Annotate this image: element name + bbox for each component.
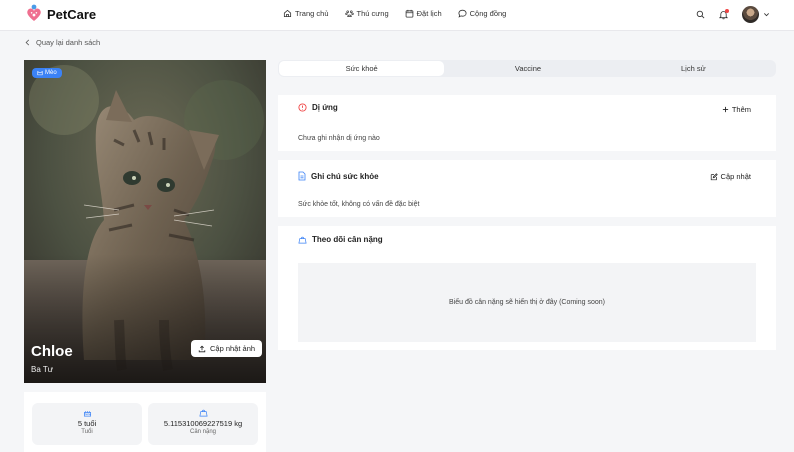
back-label: Quay lại danh sách (36, 38, 101, 47)
allergy-text: Chưa ghi nhận dị ứng nào (298, 135, 380, 142)
brand-logo[interactable]: PetCare (24, 4, 96, 24)
age-value: 5 tuổi (77, 419, 97, 428)
tab-history[interactable]: Lịch sử (611, 60, 776, 77)
health-note-text: Sức khỏe tốt, không có vấn đề đặc biệt (298, 201, 420, 208)
update-health-note-button[interactable]: Cập nhật (710, 172, 751, 181)
nav-community-label: Cộng đồng (469, 9, 507, 18)
weight-icon (198, 409, 208, 417)
paw-icon (344, 10, 354, 18)
document-icon (298, 171, 306, 181)
chat-icon (458, 9, 467, 18)
allergy-header: Dị ứng (298, 103, 338, 112)
add-allergy-label: Thêm (731, 105, 751, 114)
update-health-note-label: Cập nhật (720, 172, 751, 181)
chevron-left-icon (25, 39, 30, 46)
main-nav: Trang chủ Thú cưng Đặt lịch Cộng đồng (283, 9, 522, 18)
search-icon (696, 10, 705, 19)
kitten-photo-illustration (24, 60, 266, 383)
cat-icon (37, 70, 43, 76)
nav-home-label: Trang chủ (295, 9, 329, 18)
allergy-title: Dị ứng (312, 103, 338, 112)
weight-icon (298, 236, 307, 244)
notification-dot (725, 8, 729, 13)
nav-home[interactable]: Trang chủ (283, 9, 329, 18)
plus-icon (722, 106, 728, 113)
pet-breed: Ba Tư (31, 365, 54, 374)
tab-vaccine[interactable]: Vaccine (445, 60, 610, 77)
age-label: Tuổi (81, 429, 93, 435)
weight-chart-placeholder: Biểu đồ cân nặng sẽ hiển thị ở đây (Comi… (298, 263, 756, 342)
back-to-list-link[interactable]: Quay lại danh sách (25, 38, 100, 47)
weight-tracking-title: Theo dõi cân nặng (312, 235, 383, 244)
nav-booking-label: Đặt lịch (416, 9, 442, 18)
pet-name: Chloe (31, 343, 73, 360)
edit-icon (710, 172, 718, 180)
nav-pets[interactable]: Thú cưng (344, 9, 389, 18)
weight-label: Cân nặng (189, 429, 217, 435)
brand-name: PetCare (47, 6, 97, 22)
allergy-panel: Dị ứng Thêm Chưa ghi nhận dị ứng nào (278, 95, 776, 151)
update-photo-label: Cập nhật ảnh (210, 344, 256, 353)
add-allergy-button[interactable]: Thêm (722, 105, 751, 114)
species-badge: Mèo (32, 68, 62, 78)
cake-icon (83, 411, 91, 417)
alert-circle-icon (298, 103, 307, 112)
update-photo-button[interactable]: Cập nhật ảnh (191, 340, 263, 357)
health-note-header: Ghi chú sức khỏe (298, 171, 379, 181)
detail-tabs: Sức khoẻ Vaccine Lịch sử (278, 60, 776, 77)
weight-chart-placeholder-text: Biểu đồ cân nặng sẽ hiển thị ở đây (Comi… (449, 299, 605, 306)
top-header: PetCare Trang chủ Thú cưng Đặt lịch Cộng… (0, 0, 794, 31)
nav-pets-label: Thú cưng (356, 9, 389, 18)
paw-heart-logo-icon (24, 4, 44, 24)
pet-stats-card: 5 tuổi Tuổi 5.115310069227519 kg Cân nặn… (24, 392, 266, 452)
search-button[interactable] (696, 10, 705, 19)
weight-value: 5.115310069227519 kg (163, 419, 243, 428)
notifications-button[interactable] (719, 8, 729, 20)
pet-photo: Mèo Chloe Ba Tư Cập nhật ảnh (24, 60, 266, 383)
header-actions (682, 6, 770, 23)
health-note-panel: Ghi chú sức khỏe Cập nhật Sức khỏe tốt, … (278, 160, 776, 217)
upload-icon (198, 345, 206, 352)
user-avatar[interactable] (742, 6, 759, 23)
tab-health[interactable]: Sức khoẻ (279, 61, 445, 76)
calendar-icon (405, 9, 413, 18)
chevron-down-icon[interactable] (763, 11, 770, 18)
nav-community[interactable]: Cộng đồng (458, 9, 507, 18)
age-stat: 5 tuổi Tuổi (32, 403, 142, 445)
weight-tracking-panel: Theo dõi cân nặng Biểu đồ cân nặng sẽ hi… (278, 226, 776, 350)
species-badge-label: Mèo (45, 70, 57, 76)
nav-booking[interactable]: Đặt lịch (405, 9, 442, 18)
weight-stat: 5.115310069227519 kg Cân nặng (148, 403, 258, 445)
health-note-title: Ghi chú sức khỏe (311, 171, 379, 181)
home-icon (283, 9, 292, 18)
weight-tracking-header: Theo dõi cân nặng (298, 235, 383, 244)
